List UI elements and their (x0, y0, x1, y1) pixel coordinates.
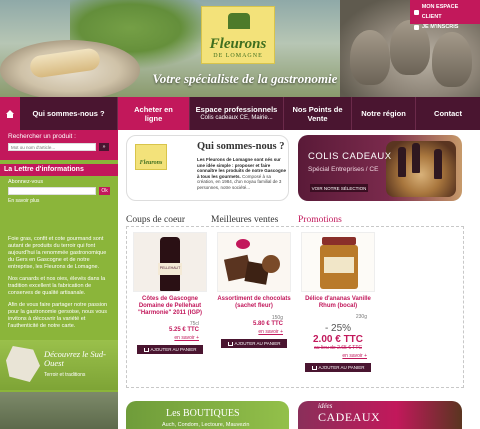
search-label: Rechercher un produit : (8, 133, 76, 140)
newsletter-box: La Lettre d'informations Abonnez-vous Ok… (0, 164, 118, 234)
product-more-link[interactable]: en savoir + (133, 335, 207, 341)
add-to-cart-button[interactable]: AJOUTER AU PANIER (221, 339, 287, 348)
discover-title: Découvrez le Sud-Ouest (44, 349, 106, 368)
nav-item-stores[interactable]: Nos Points de Vente (284, 97, 352, 130)
bottle-image (434, 149, 442, 179)
nav-item-region[interactable]: Notre région (352, 97, 416, 130)
region-map-icon (6, 346, 40, 382)
newsletter-email-field[interactable] (8, 187, 97, 195)
search-input[interactable] (8, 143, 96, 151)
site-tagline: Votre spécialiste de la gastronomie (152, 71, 338, 86)
product-image[interactable] (301, 232, 375, 292)
goose-image (350, 30, 390, 85)
product-price: 5.25 € TTC (168, 327, 199, 333)
home-icon (6, 109, 14, 118)
cart-icon (311, 365, 317, 370)
product-search: Rechercher un produit : » (0, 130, 118, 160)
site-logo[interactable]: Fleurons DE LOMAGNE (201, 6, 275, 64)
about-promo-card[interactable]: Fleurons Qui sommes-nous ? Les Fleurons … (126, 135, 289, 201)
newsletter-more-link[interactable]: En savoir plus (8, 198, 110, 204)
main-nav: Qui sommes-nous ? Acheter en ligne Espac… (0, 97, 480, 130)
product-card: PELLEHAUT Côtes de Gascogne Domaine de P… (133, 232, 207, 354)
tab-promotions[interactable]: Promotions (298, 215, 342, 225)
tab-favorites[interactable]: Coups de coeur (126, 215, 185, 225)
discover-subtitle: Terroir et traditions (44, 372, 86, 378)
product-price: 2.00 € TTC (312, 334, 364, 345)
tab-best-sellers[interactable]: Meilleures ventes (211, 215, 278, 225)
gift-ideas-title: CADEAUX (318, 410, 381, 424)
bottle-image (398, 147, 406, 177)
sidebar-intro: Foie gras, confit et cote gourmand sont … (8, 236, 108, 329)
gift-ideas-pre: idées (318, 402, 333, 410)
gift-boxes-title: COLIS CADEAUX (308, 151, 392, 162)
chocolate-image (262, 255, 280, 273)
nav-item-shop[interactable]: Acheter en ligne (118, 97, 190, 130)
flower-image (236, 239, 250, 249)
cart-icon (227, 341, 233, 346)
bottle-image (412, 143, 420, 173)
product-name[interactable]: Délice d'ananas Vanille Rhum (bocal) (301, 296, 375, 310)
sidebar-landscape-image (0, 392, 118, 429)
product-price: 5.80 € TTC (252, 321, 283, 327)
about-body: Les Fleurons de Lomagne sont nés sur une… (197, 157, 287, 190)
left-sidebar: Rechercher un produit : » La Lettre d'in… (0, 130, 118, 429)
newsletter-label: Abonnez-vous (8, 179, 44, 185)
logo-hat-icon (228, 13, 250, 29)
gift-basket-image (386, 141, 456, 197)
add-to-cart-button[interactable]: AJOUTER AU PANIER (305, 363, 371, 372)
boutiques-banner[interactable]: Les BOUTIQUES Auch, Condom, Lectoure, Ma… (126, 401, 289, 429)
discover-region-banner[interactable]: Découvrez le Sud-Ouest Terroir et tradit… (0, 340, 118, 390)
about-title: Qui sommes-nous ? (197, 141, 285, 152)
product-more-link[interactable]: en savoir + (217, 329, 291, 335)
home-button[interactable] (0, 97, 20, 130)
main-content: Fleurons Qui sommes-nous ? Les Fleurons … (118, 130, 480, 429)
product-name[interactable]: Assortiment de chocolats (sachet fleur) (217, 296, 291, 310)
product-name[interactable]: Côtes de Gascogne Domaine de Pellehaut "… (133, 296, 207, 317)
logo-name: Fleurons (209, 36, 267, 52)
jar-lid-image (322, 237, 356, 245)
header-banner: Fleurons DE LOMAGNE Votre spécialiste de… (0, 0, 480, 97)
gift-boxes-subtitle: Spécial Entreprises / CE (308, 166, 379, 173)
logo-sub: DE LOMAGNE (213, 53, 263, 59)
nav-item-professionals[interactable]: Espace professionnels Colis cadeaux CE, M… (190, 97, 284, 130)
cart-icon (143, 347, 149, 352)
product-qty: 230g (355, 314, 367, 320)
gift-boxes-promo[interactable]: COLIS CADEAUX Spécial Entreprises / CE V… (298, 135, 462, 201)
nav-item-contact[interactable]: Contact (416, 97, 480, 130)
wine-label: PELLEHAUT (158, 263, 182, 275)
gift-ideas-banner[interactable]: idées CADEAUX (298, 401, 462, 429)
lock-icon (414, 9, 419, 15)
product-old-price: au lieu de 2.65 € TTC (314, 345, 362, 351)
user-icon (414, 24, 419, 30)
jar-label (324, 257, 354, 273)
product-discount: - 25% (324, 323, 352, 334)
newsletter-ok-button[interactable]: Ok (99, 187, 110, 195)
search-button[interactable]: » (99, 143, 109, 151)
client-links: MON ESPACE CLIENT JE M'INSCRIS (410, 0, 480, 30)
about-logo: Fleurons (135, 144, 167, 170)
newsletter-title: La Lettre d'informations (0, 164, 118, 176)
goose-image (432, 32, 472, 87)
product-card: Assortiment de chocolats (sachet fleur) … (217, 232, 291, 348)
add-to-cart-button[interactable]: AJOUTER AU PANIER (137, 345, 203, 354)
product-image[interactable] (217, 232, 291, 292)
boutiques-title: Les BOUTIQUES (166, 408, 240, 419)
product-list: PELLEHAUT Côtes de Gascogne Domaine de P… (126, 226, 464, 388)
nav-item-about[interactable]: Qui sommes-nous ? (20, 97, 118, 130)
gift-selection-button[interactable]: VOIR NOTRE SÉLECTION (310, 184, 368, 192)
product-image[interactable]: PELLEHAUT (133, 232, 207, 292)
boutiques-subtitle: Auch, Condom, Lectoure, Mauvezin (162, 422, 250, 428)
bottom-banners: Les BOUTIQUES Auch, Condom, Lectoure, Ma… (126, 401, 472, 429)
product-more-link[interactable]: en savoir + (301, 353, 375, 359)
my-account-link[interactable]: MON ESPACE CLIENT (414, 2, 476, 22)
register-link[interactable]: JE M'INSCRIS (414, 22, 476, 32)
product-card: Délice d'ananas Vanille Rhum (bocal) 230… (301, 232, 375, 372)
